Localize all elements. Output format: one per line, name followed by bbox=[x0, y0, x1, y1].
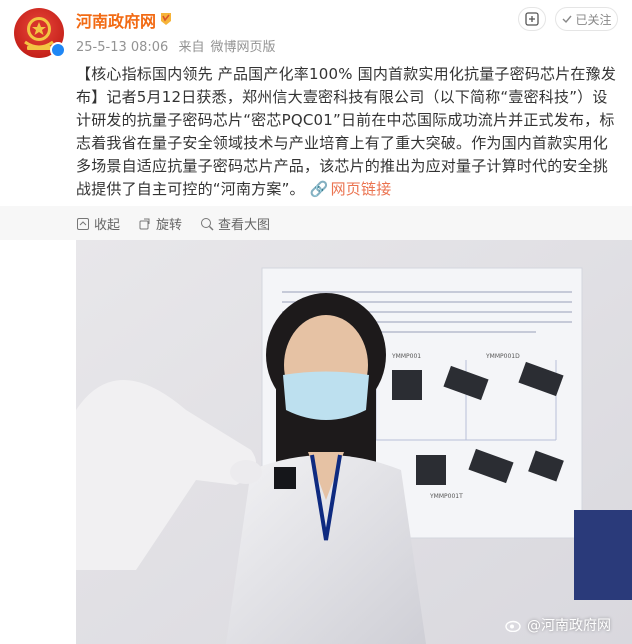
photo-illustration: YMMP001 YMMP001D YMMP001T bbox=[76, 240, 632, 644]
post-source[interactable]: 微博网页版 bbox=[211, 40, 276, 55]
check-icon bbox=[562, 15, 573, 24]
post-meta: 25-5-13 08:06 来自 微博网页版 bbox=[76, 36, 282, 55]
web-link[interactable]: 🔗 网页链接 bbox=[310, 180, 392, 198]
post-photo[interactable]: YMMP001 YMMP001D YMMP001T bbox=[76, 240, 632, 644]
add-group-button[interactable] bbox=[518, 7, 546, 31]
rotate-icon bbox=[139, 218, 150, 229]
post-text: 【核心指标国内领先 产品国产化率100% 国内首款实用化抗量子密码芯片在豫发布】… bbox=[76, 63, 622, 201]
vip-badge-icon[interactable] bbox=[159, 10, 173, 26]
collapse-icon bbox=[77, 217, 89, 230]
link-icon: 🔗 bbox=[309, 180, 329, 198]
source-prefix: 来自 bbox=[178, 40, 205, 55]
add-group-icon bbox=[525, 12, 539, 26]
image-watermark: @河南政府网 bbox=[505, 615, 611, 635]
board-caption-2: YMMP001D bbox=[485, 353, 520, 360]
post-time[interactable]: 25-5-13 08:06 bbox=[76, 40, 168, 55]
rotate-button[interactable]: 旋转 bbox=[138, 214, 182, 233]
follow-label: 已关注 bbox=[575, 12, 612, 27]
view-large-label: 查看大图 bbox=[218, 218, 271, 233]
web-link-label: 网页链接 bbox=[330, 180, 392, 198]
watermark-text: @河南政府网 bbox=[527, 618, 611, 634]
board-caption-3: YMMP001T bbox=[429, 493, 463, 500]
collapse-button[interactable]: 收起 bbox=[76, 214, 120, 233]
verified-icon bbox=[50, 42, 66, 58]
collapse-label: 收起 bbox=[94, 218, 121, 233]
rotate-label: 旋转 bbox=[156, 218, 183, 233]
follow-button[interactable]: 已关注 bbox=[555, 7, 618, 31]
view-large-button[interactable]: 查看大图 bbox=[200, 214, 270, 233]
author-name[interactable]: 河南政府网 bbox=[76, 8, 156, 32]
image-toolbar: 收起 旋转 查看大图 bbox=[0, 206, 632, 240]
board-caption-1: YMMP001 bbox=[391, 353, 421, 360]
post-body: 【核心指标国内领先 产品国产化率100% 国内首款实用化抗量子密码芯片在豫发布】… bbox=[76, 65, 617, 198]
weibo-logo-icon bbox=[505, 620, 521, 632]
magnify-icon bbox=[201, 217, 214, 230]
